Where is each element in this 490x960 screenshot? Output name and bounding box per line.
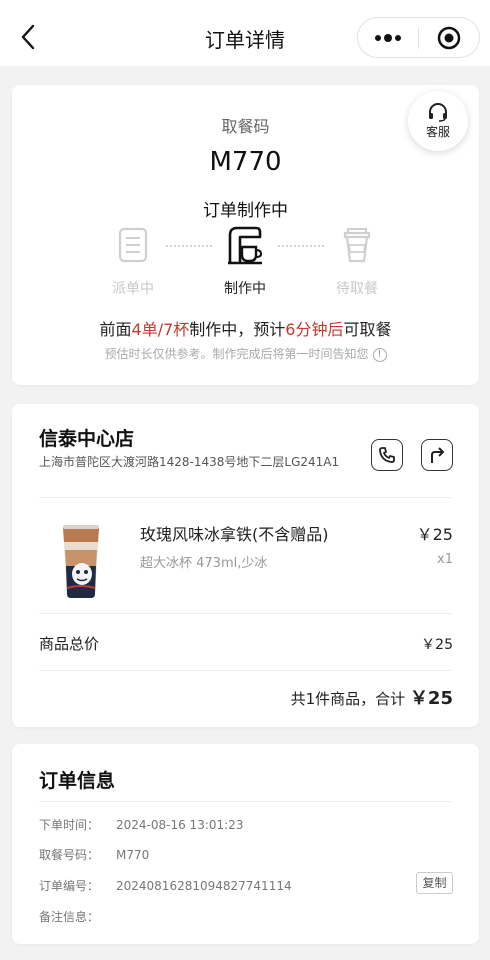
route-arrow-icon: [431, 447, 444, 463]
step-ready: 待取餐: [317, 225, 397, 298]
takeaway-cup-icon: [343, 228, 371, 263]
order-info-card: 订单信息 下单时间： 2024-08-16 13:01:23 取餐号码： M770 …: [12, 744, 479, 944]
nav-bar: 订单详情: [0, 0, 490, 66]
target-circle-icon: [437, 26, 461, 49]
order-status-card: 取餐码 M770 订单制作中 客服 派单中 制作中 待取餐 前面4单/7杯制作中…: [12, 85, 479, 385]
info-icon[interactable]: !: [372, 347, 387, 362]
product-quantity: x1: [437, 552, 453, 567]
info-key: 下单时间：: [39, 818, 100, 832]
info-row-order-number: 订单编号： 20240816281094827741114: [39, 877, 292, 894]
info-key: 取餐号码：: [39, 848, 100, 862]
divider: [39, 613, 452, 614]
step-label: 待取餐: [336, 281, 378, 297]
iced-latte-cup-image: [63, 525, 99, 598]
clipboard-list-icon: [118, 227, 148, 263]
customer-service-button[interactable]: 客服: [408, 91, 468, 151]
info-row-order-time: 下单时间： 2024-08-16 13:01:23: [39, 816, 243, 833]
info-row-remarks: 备注信息：: [39, 908, 116, 925]
product-image: [51, 522, 111, 600]
subtotal-label: 商品总价: [39, 635, 100, 653]
navigate-store-button[interactable]: [421, 439, 453, 471]
order-summary: 共1件商品，合计 ￥25: [291, 684, 453, 710]
call-store-button[interactable]: [371, 439, 403, 471]
more-button[interactable]: [358, 18, 418, 57]
product-name: 玫瑰风味冰拿铁(不含赠品): [140, 525, 329, 544]
summary-total: ￥25: [409, 688, 453, 709]
step-dispatching: 派单中: [93, 225, 173, 298]
progress-text-part: 可取餐: [343, 320, 392, 339]
estimated-time: 6分钟后: [285, 320, 344, 339]
step-label: 派单中: [112, 281, 154, 297]
divider: [39, 497, 452, 498]
order-info-title: 订单信息: [39, 770, 116, 792]
store-address: 上海市普陀区大渡河路1428-1438号地下二层LG241A1: [39, 455, 340, 469]
queue-count: 4单/7杯: [131, 320, 190, 339]
product-spec: 超大冰杯 473ml,少冰: [140, 556, 268, 571]
summary-prefix: 共1件商品，合计: [290, 690, 406, 708]
queue-progress-text: 前面4单/7杯制作中，预计6分钟后可取餐: [12, 316, 479, 340]
info-key: 订单编号：: [39, 879, 100, 893]
customer-service-label: 客服: [425, 125, 450, 139]
product-price: ￥25: [416, 525, 453, 544]
copy-order-number-button[interactable]: 复制: [416, 872, 453, 894]
estimate-hint-text: 预估时长仅供参考。制作完成后将第一时间告知您: [104, 347, 369, 361]
info-key: 备注信息：: [39, 910, 100, 924]
order-status-title: 订单制作中: [203, 201, 288, 221]
store-order-card: 信泰中心店 上海市普陀区大渡河路1428-1438号地下二层LG241A1 玫瑰…: [12, 404, 479, 727]
divider: [39, 670, 452, 671]
close-button[interactable]: [419, 18, 479, 57]
pickup-code: M770: [209, 147, 282, 177]
progress-text-part: 制作中，预计: [189, 320, 286, 339]
estimate-hint: 预估时长仅供参考。制作完成后将第一时间告知您!: [12, 345, 479, 362]
info-value: 20240816281094827741114: [116, 879, 292, 893]
progress-text-part: 前面: [99, 320, 132, 339]
info-value: 2024-08-16 13:01:23: [116, 818, 244, 832]
divider: [39, 801, 452, 802]
subtotal-value: ￥25: [421, 637, 453, 653]
step-making: 制作中: [205, 225, 285, 298]
coffee-machine-icon: [228, 226, 263, 265]
store-name: 信泰中心店: [39, 428, 135, 450]
step-label: 制作中: [224, 281, 266, 297]
headset-icon: [429, 103, 447, 122]
info-row-pickup-number: 取餐号码： M770: [39, 846, 149, 863]
info-value: M770: [116, 848, 150, 862]
phone-icon: [379, 447, 395, 463]
mini-program-capsule: [357, 17, 480, 58]
more-dots-icon: [375, 33, 401, 42]
